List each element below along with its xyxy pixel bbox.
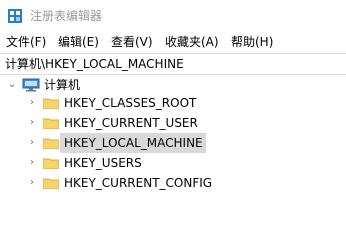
tree-node-computer[interactable]: ⌄ 计算机 bbox=[0, 75, 346, 95]
chevron-right-icon[interactable]: › bbox=[30, 173, 34, 193]
folder-icon bbox=[43, 98, 59, 109]
tree-node-label: 计算机 bbox=[44, 78, 81, 92]
tree-node-label: HKEY_CLASSES_ROOT bbox=[64, 96, 197, 110]
tree-node-hkcu[interactable]: › HKEY_CURRENT_USER bbox=[0, 113, 346, 133]
computer-icon bbox=[22, 78, 40, 92]
tree-node-label: HKEY_CURRENT_CONFIG bbox=[64, 176, 213, 190]
tree-node-label: HKEY_USERS bbox=[64, 156, 142, 170]
address-path[interactable]: 计算机\HKEY_LOCAL_MACHINE bbox=[5, 56, 184, 72]
chevron-right-icon[interactable]: › bbox=[30, 133, 34, 153]
menu-view[interactable]: 查看(V) bbox=[111, 34, 153, 50]
folder-icon bbox=[43, 118, 59, 129]
tree-node-label: HKEY_LOCAL_MACHINE bbox=[64, 136, 203, 150]
tree-node-hkcr[interactable]: › HKEY_CLASSES_ROOT bbox=[0, 93, 346, 113]
folder-icon bbox=[43, 138, 59, 149]
registry-tree: ⌄ 计算机 › HKEY_CLASSES_ROOT › HKEY_CURRENT… bbox=[0, 75, 346, 211]
chevron-right-icon[interactable]: › bbox=[30, 93, 34, 113]
chevron-down-icon[interactable]: ⌄ bbox=[8, 75, 16, 95]
folder-icon bbox=[43, 178, 59, 189]
tree-node-label: HKEY_CURRENT_USER bbox=[64, 116, 198, 130]
tree-node-hku[interactable]: › HKEY_USERS bbox=[0, 153, 346, 173]
menu-favorites[interactable]: 收藏夹(A) bbox=[165, 34, 219, 50]
menu-help[interactable]: 帮助(H) bbox=[231, 34, 273, 50]
tree-node-hkcc[interactable]: › HKEY_CURRENT_CONFIG bbox=[0, 173, 346, 193]
chevron-right-icon[interactable]: › bbox=[30, 113, 34, 133]
address-bar[interactable]: 计算机\HKEY_LOCAL_MACHINE bbox=[0, 53, 346, 75]
chevron-right-icon[interactable]: › bbox=[30, 153, 34, 173]
title-bar: 注册表编辑器 bbox=[0, 0, 346, 32]
window-title: 注册表编辑器 bbox=[30, 9, 103, 23]
folder-icon bbox=[43, 158, 59, 169]
menu-bar: 文件(F) 编辑(E) 查看(V) 收藏夹(A) 帮助(H) bbox=[0, 32, 346, 52]
menu-edit[interactable]: 编辑(E) bbox=[58, 34, 99, 50]
menu-file[interactable]: 文件(F) bbox=[6, 34, 46, 50]
tree-node-hklm[interactable]: › HKEY_LOCAL_MACHINE bbox=[0, 133, 346, 153]
regedit-app-icon bbox=[8, 9, 22, 23]
